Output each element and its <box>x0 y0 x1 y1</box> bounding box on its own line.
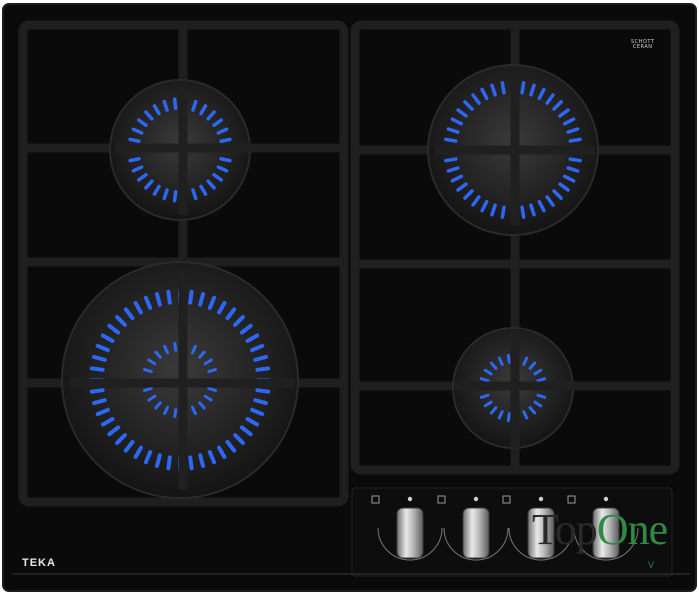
glass-maker-label: SCHOTT CERAN <box>631 39 655 50</box>
flame-jet <box>198 453 206 468</box>
flame-jet <box>568 137 582 143</box>
flame-jet <box>188 455 194 471</box>
flame-jet <box>92 398 107 406</box>
flame-jet <box>172 97 178 110</box>
flame-jet <box>506 412 511 423</box>
flame-jet <box>536 377 547 383</box>
flame-jet <box>173 408 178 419</box>
flame-jet <box>198 292 206 307</box>
watermark-logo: TopOne <box>532 505 668 554</box>
flame-jet <box>166 455 172 471</box>
flame-jet <box>89 388 105 394</box>
flame-jet <box>219 137 232 144</box>
flame-jet <box>142 368 153 374</box>
flame-jet <box>154 292 162 307</box>
flame-jet <box>506 353 511 364</box>
control-knob[interactable] <box>396 507 424 559</box>
flame-jet <box>207 368 218 374</box>
flame-jet <box>207 386 218 392</box>
flame-jet <box>253 354 268 362</box>
flame-jet <box>166 289 172 305</box>
flame-jet <box>520 81 526 95</box>
flame-jet <box>188 289 194 305</box>
knob-marker-dot <box>407 496 413 502</box>
flame-jet <box>255 366 271 372</box>
brand-logo: TEKA <box>22 557 56 569</box>
flame-jet <box>142 386 153 392</box>
flame-jet <box>253 398 268 406</box>
flame-jet <box>128 156 141 163</box>
flame-jet <box>89 366 105 372</box>
flame-jet <box>172 190 178 203</box>
flame-jet <box>154 453 162 468</box>
watermark-sub: V <box>648 560 655 570</box>
flame-jet <box>500 205 506 219</box>
flame-jet <box>479 377 490 383</box>
flame-jet <box>520 205 526 219</box>
knob-marker-dot <box>473 496 479 502</box>
flame-jet <box>444 137 458 143</box>
control-knob[interactable] <box>462 507 490 559</box>
flame-jet <box>92 354 107 362</box>
flame-jet <box>500 81 506 95</box>
flame-jet <box>444 157 458 163</box>
flame-jet <box>255 388 271 394</box>
flame-jet <box>128 137 141 144</box>
flame-jet <box>173 341 178 352</box>
flame-jet <box>536 393 547 399</box>
flame-jet <box>568 157 582 163</box>
flame-jet <box>479 393 490 399</box>
flame-jet <box>219 156 232 163</box>
